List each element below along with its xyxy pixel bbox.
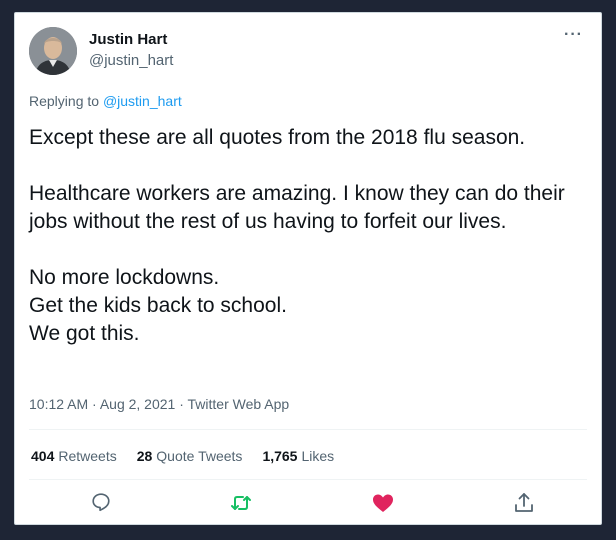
tweet-actions — [15, 491, 601, 521]
tweet-stats: 404 Retweets 28 Quote Tweets 1,765 Likes — [31, 448, 334, 464]
tweet-line: We got this. — [29, 322, 140, 345]
replying-to: Replying to @justin_hart — [29, 93, 182, 109]
likes-label: Likes — [301, 448, 335, 464]
retweets-stat[interactable]: 404 Retweets — [31, 448, 117, 464]
quote-tweets-label: Quote Tweets — [156, 448, 243, 464]
likes-stat[interactable]: 1,765 Likes — [262, 448, 334, 464]
avatar[interactable] — [29, 27, 77, 75]
share-icon[interactable] — [512, 491, 536, 515]
heart-icon[interactable] — [371, 491, 395, 515]
replying-handle-link[interactable]: @justin_hart — [103, 93, 182, 109]
tweet-line: No more lockdowns. — [29, 266, 220, 289]
reply-icon[interactable] — [90, 491, 114, 515]
quote-tweets-count: 28 — [136, 448, 153, 464]
quote-tweets-stat[interactable]: 28 Quote Tweets — [137, 448, 243, 464]
retweets-count: 404 — [31, 448, 55, 464]
tweet-paragraph: Except these are all quotes from the 201… — [29, 126, 526, 149]
divider — [29, 429, 587, 430]
tweet-timestamp[interactable]: 10:12 AM · Aug 2, 2021 · Twitter Web App — [29, 396, 289, 412]
retweets-label: Retweets — [58, 448, 117, 464]
divider — [29, 479, 587, 480]
author-handle[interactable]: @justin_hart — [89, 52, 173, 69]
author-name[interactable]: Justin Hart — [89, 31, 167, 48]
retweet-icon[interactable] — [229, 491, 253, 515]
tweet-paragraph: No more lockdowns. Get the kids back to … — [29, 264, 589, 348]
tweet-card: Justin Hart @justin_hart ··· Replying to… — [14, 12, 602, 525]
replying-prefix: Replying to — [29, 93, 103, 109]
screenshot-frame: Justin Hart @justin_hart ··· Replying to… — [0, 0, 616, 540]
avatar-photo — [29, 27, 77, 75]
tweet-header: Justin Hart @justin_hart ··· — [29, 27, 589, 79]
more-options-icon[interactable]: ··· — [564, 27, 583, 43]
likes-count: 1,765 — [262, 448, 298, 464]
tweet-line: Get the kids back to school. — [29, 294, 287, 317]
tweet-paragraph: Healthcare workers are amazing. I know t… — [29, 182, 565, 233]
tweet-text: Except these are all quotes from the 201… — [29, 124, 589, 348]
